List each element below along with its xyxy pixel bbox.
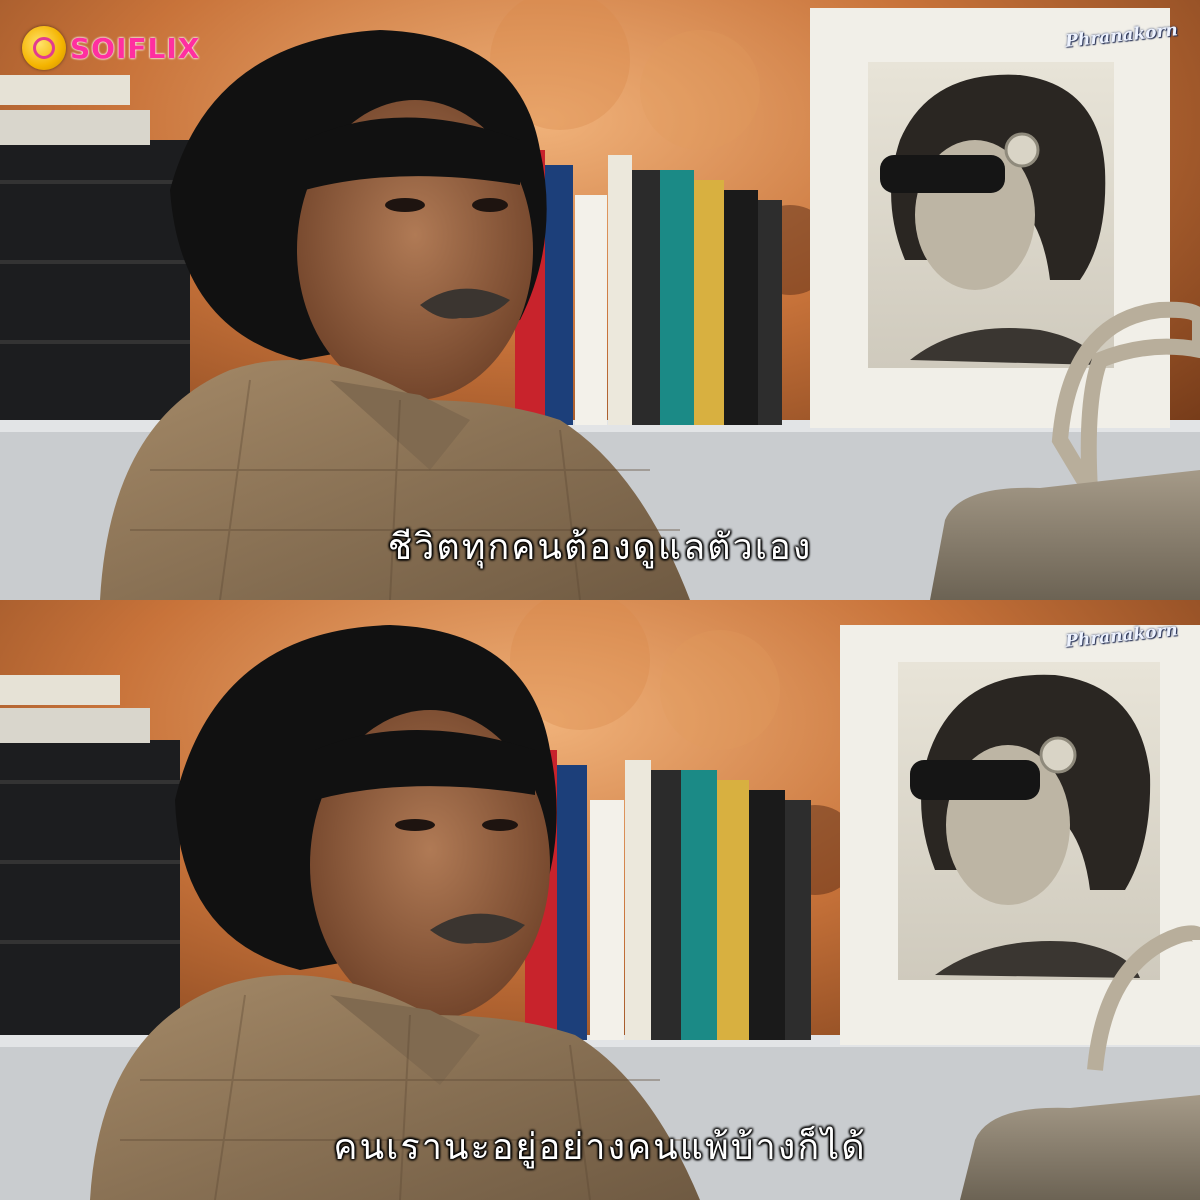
soiflix-emblem-icon bbox=[22, 26, 66, 70]
scene-illustration bbox=[0, 600, 1200, 1200]
soiflix-logo: SOIFLIX bbox=[22, 26, 200, 70]
logo-text: SOIFLIX bbox=[70, 31, 201, 65]
video-frame-1: Phranakorn ชีวิตทุกคนต้องดูแลตัวเอง bbox=[0, 0, 1200, 600]
subtitle-line-2: คนเรานะอยู่อย่างคนแพ้บ้างก็ได้ bbox=[333, 1127, 867, 1168]
scene-illustration bbox=[0, 0, 1200, 600]
subtitle-line-1: ชีวิตทุกคนต้องดูแลตัวเอง bbox=[387, 527, 813, 568]
video-frame-2: คนเรานะอยู่อย่างคนแพ้บ้างก็ได้ bbox=[0, 600, 1200, 1200]
